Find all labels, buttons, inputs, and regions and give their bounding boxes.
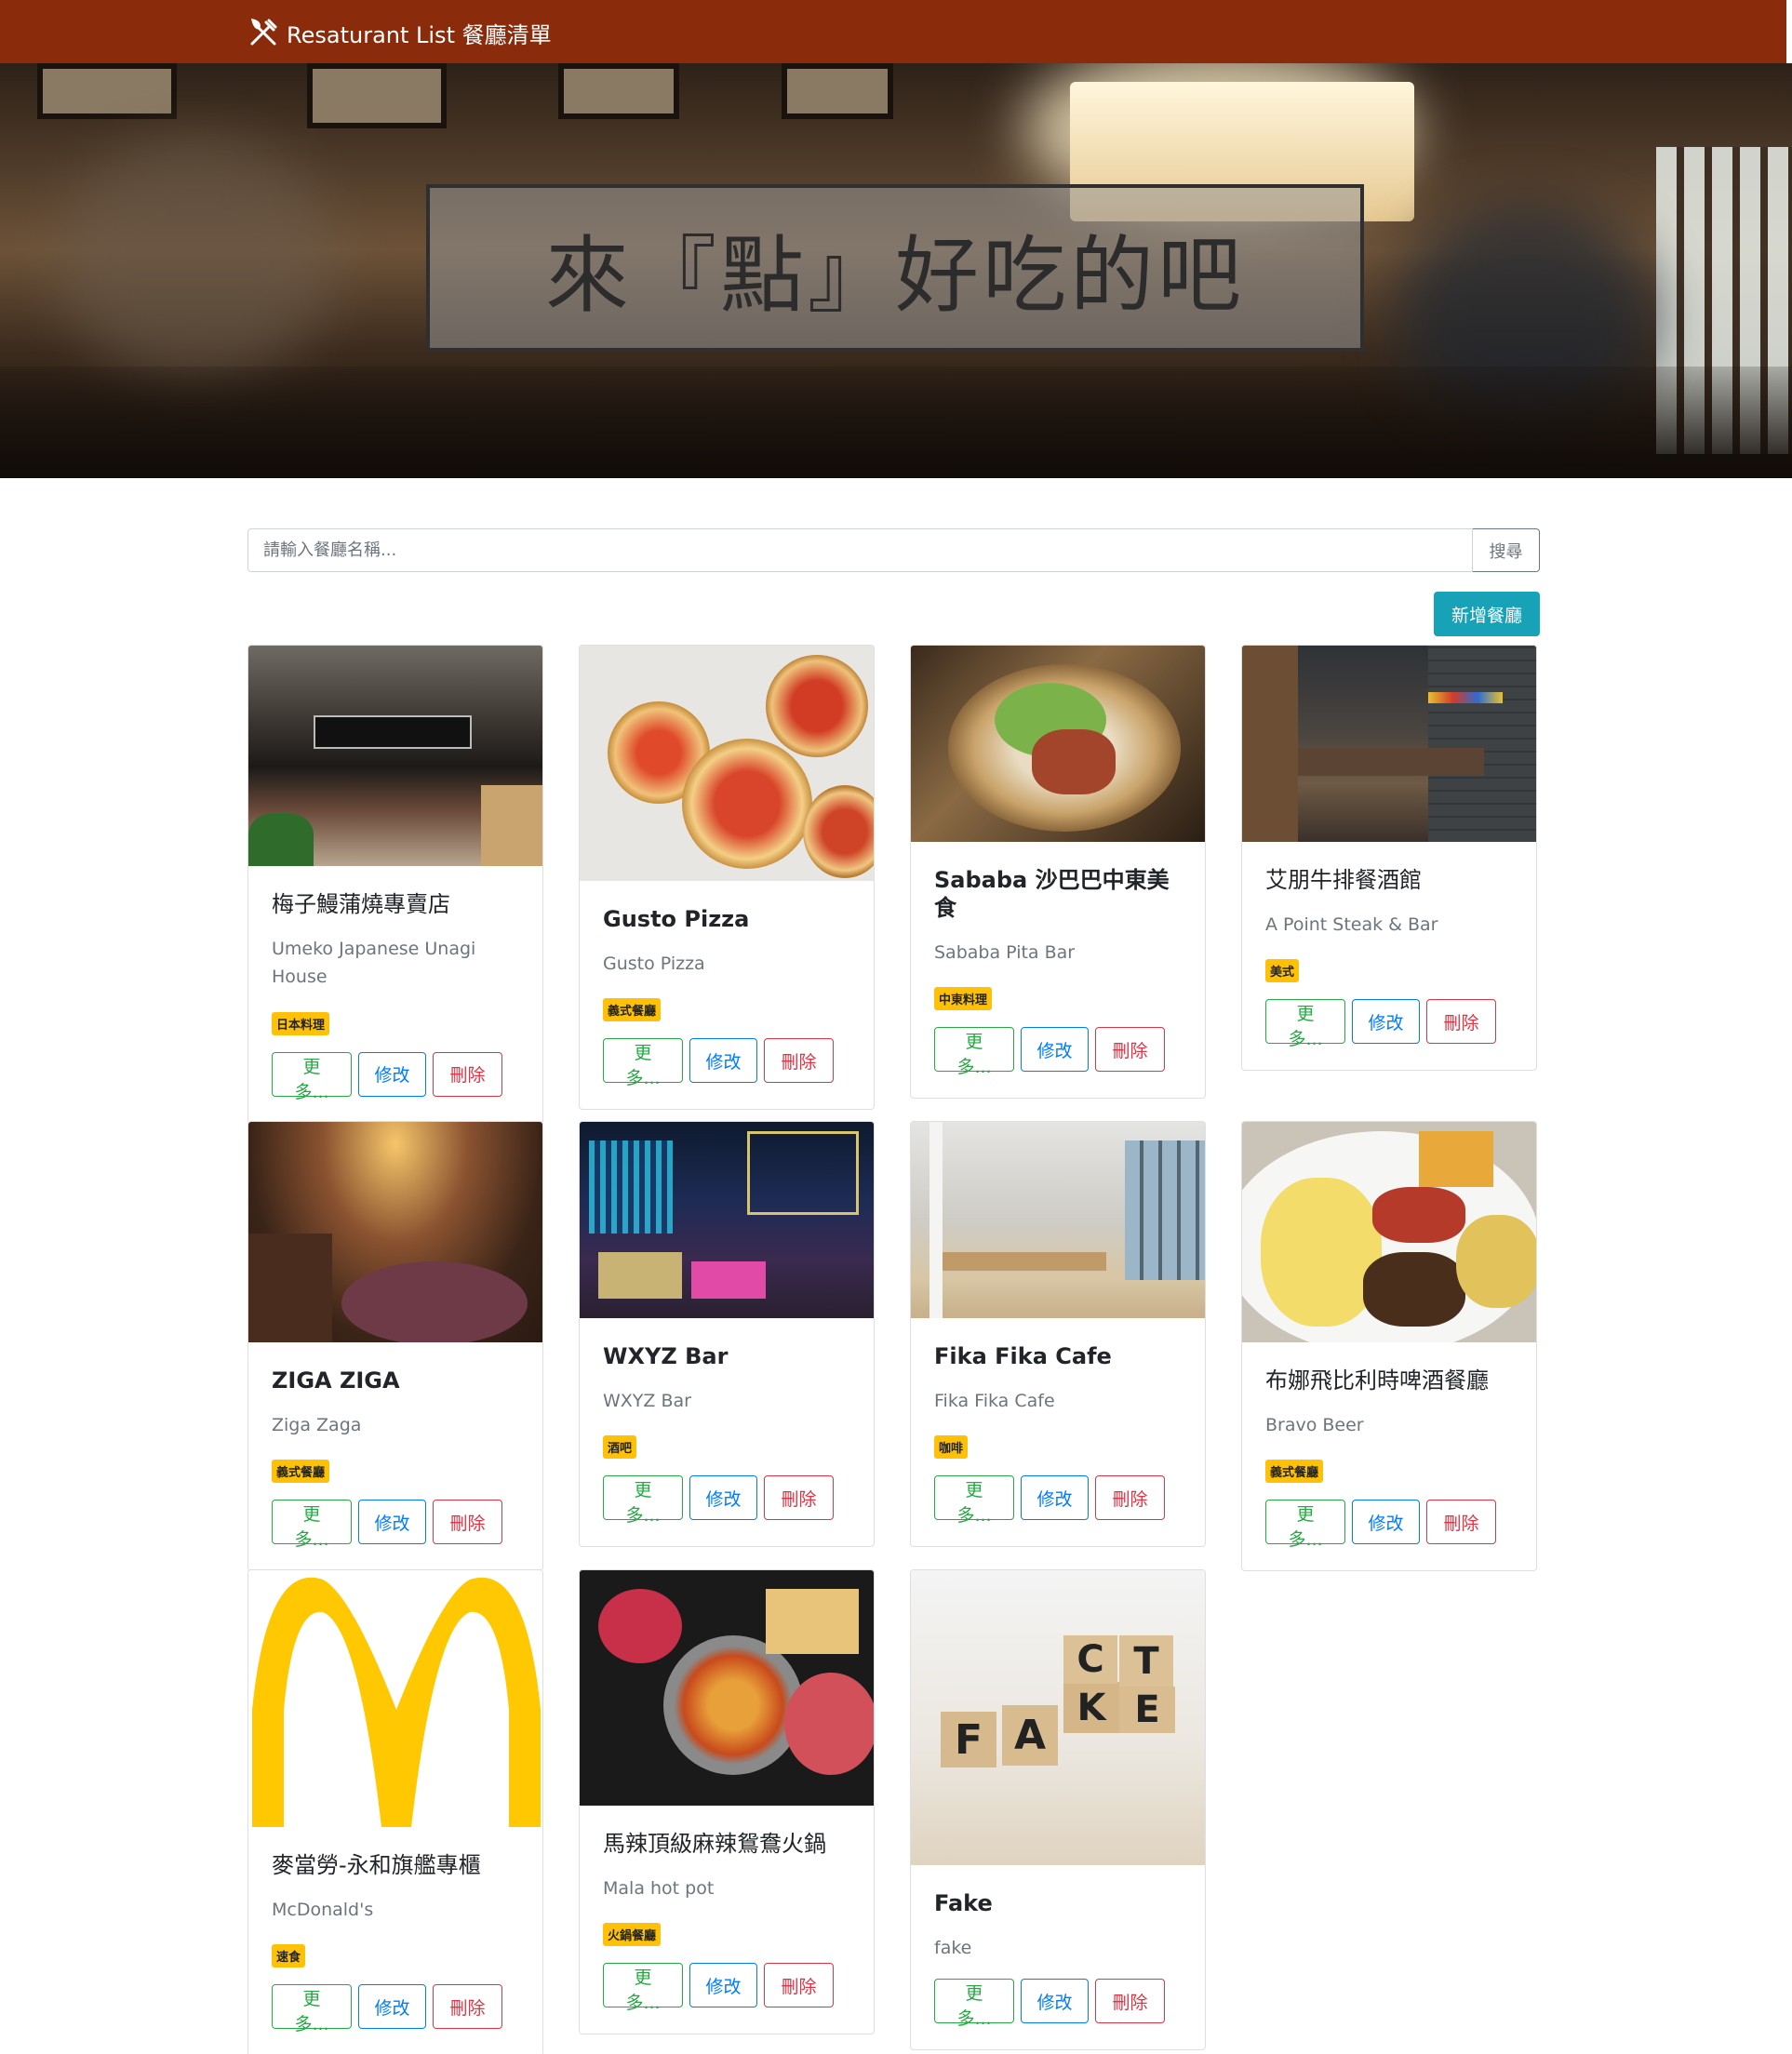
restaurant-photo[interactable]	[911, 1122, 1205, 1318]
restaurant-name: 艾朋牛排餐酒館	[1265, 867, 1422, 893]
restaurant-name-en: Sababa Pita Bar	[934, 942, 1076, 963]
edit-button[interactable]: 修改	[689, 1038, 757, 1084]
category-badge: 火鍋餐廳	[603, 1923, 662, 1947]
restaurant-name-en: Mala hot pot	[603, 1878, 715, 1899]
restaurant-name: 馬辣頂級麻辣鴛鴦火鍋	[603, 1831, 826, 1857]
restaurant-name-en: WXYZ Bar	[603, 1391, 691, 1411]
more-button[interactable]: 更多...	[1265, 1500, 1345, 1550]
more-button[interactable]: 更多...	[272, 1500, 352, 1550]
restaurant-name: Sababa 沙巴巴中東美食	[934, 867, 1170, 921]
category-badge: 酒吧	[603, 1435, 637, 1460]
edit-button[interactable]: 修改	[1352, 1500, 1420, 1545]
edit-button[interactable]: 修改	[689, 1963, 757, 2008]
restaurant-name: 布娜飛比利時啤酒餐廳	[1265, 1367, 1489, 1394]
more-button[interactable]: 更多...	[603, 1038, 683, 1088]
hero-title: 來『點』好吃的吧	[545, 227, 1245, 325]
more-button[interactable]: 更多...	[934, 1979, 1014, 2029]
restaurant-name-en: Ziga Zaga	[272, 1415, 362, 1435]
edit-button[interactable]: 修改	[689, 1475, 757, 1521]
fork-knife-icon	[250, 18, 277, 46]
more-button[interactable]: 更多...	[272, 1051, 352, 1102]
edit-button[interactable]: 修改	[1021, 1979, 1089, 2024]
add-restaurant-button[interactable]: 新增餐廳	[1434, 592, 1540, 636]
search-button[interactable]: 搜尋	[1473, 528, 1540, 572]
delete-button[interactable]: 刪除	[1095, 1979, 1165, 2024]
restaurant-card: 布娜飛比利時啤酒餐廳 Bravo Beer 義式餐廳 更多... 修改 刪除	[1241, 1121, 1537, 1572]
hero-banner: 來『點』好吃的吧	[0, 63, 1792, 478]
category-badge: 美式	[1265, 959, 1300, 983]
more-button[interactable]: 更多...	[272, 1984, 352, 2034]
restaurant-name-en: A Point Steak & Bar	[1265, 914, 1438, 935]
restaurant-card: Fika Fika Cafe Fika Fika Cafe 咖啡 更多... 修…	[910, 1121, 1206, 1548]
delete-button[interactable]: 刪除	[764, 1038, 834, 1084]
more-button[interactable]: 更多...	[1265, 999, 1345, 1049]
restaurant-card: F A K E C T Fake fake 更多... 修改 刪除	[910, 1569, 1206, 2051]
restaurant-name-en: Fika Fika Cafe	[934, 1391, 1055, 1411]
restaurant-name: Fake	[934, 1890, 993, 1916]
restaurant-name: ZIGA ZIGA	[272, 1367, 400, 1394]
restaurant-card: WXYZ Bar WXYZ Bar 酒吧 更多... 修改 刪除	[579, 1121, 875, 1548]
brand-text: Resaturant List 餐廳清單	[287, 21, 552, 48]
restaurant-name-en: Gusto Pizza	[603, 954, 705, 974]
more-button[interactable]: 更多...	[603, 1963, 683, 2013]
edit-button[interactable]: 修改	[1021, 1475, 1089, 1521]
restaurant-card: Sababa 沙巴巴中東美食 Sababa Pita Bar 中東料理 更多..…	[910, 645, 1206, 1100]
search-bar: 搜尋	[247, 528, 1540, 572]
category-badge: 日本料理	[272, 1011, 330, 1035]
search-input[interactable]	[247, 528, 1473, 572]
edit-button[interactable]: 修改	[358, 1051, 426, 1097]
more-button[interactable]: 更多...	[934, 1027, 1014, 1077]
restaurant-photo[interactable]	[1242, 646, 1536, 842]
restaurant-name-en: McDonald's	[272, 1900, 374, 1920]
edit-button[interactable]: 修改	[358, 1984, 426, 2030]
restaurant-card: 艾朋牛排餐酒館 A Point Steak & Bar 美式 更多... 修改 …	[1241, 645, 1537, 1072]
delete-button[interactable]: 刪除	[1095, 1027, 1165, 1073]
delete-button[interactable]: 刪除	[433, 1984, 502, 2030]
delete-button[interactable]: 刪除	[1426, 1500, 1496, 1545]
delete-button[interactable]: 刪除	[764, 1475, 834, 1521]
delete-button[interactable]: 刪除	[433, 1051, 502, 1097]
navbar: Resaturant List 餐廳清單	[0, 0, 1786, 63]
restaurant-name-en: Umeko Japanese Unagi House	[272, 939, 476, 988]
restaurant-name-en: fake	[934, 1938, 972, 1958]
restaurant-photo[interactable]	[1242, 1122, 1536, 1342]
restaurant-name: Fika Fika Cafe	[934, 1343, 1112, 1369]
restaurant-photo[interactable]	[248, 1122, 542, 1342]
edit-button[interactable]: 修改	[1352, 999, 1420, 1045]
restaurant-name-en: Bravo Beer	[1265, 1415, 1364, 1435]
restaurant-photo[interactable]	[580, 1570, 874, 1806]
delete-button[interactable]: 刪除	[764, 1963, 834, 2008]
more-button[interactable]: 更多...	[934, 1475, 1014, 1526]
restaurant-photo[interactable]	[580, 1122, 874, 1318]
restaurant-photo[interactable]: F A K E C T	[911, 1570, 1205, 1865]
hero-title-box: 來『點』好吃的吧	[426, 184, 1364, 352]
delete-button[interactable]: 刪除	[433, 1500, 502, 1545]
restaurant-card: ZIGA ZIGA Ziga Zaga 義式餐廳 更多... 修改 刪除	[247, 1121, 543, 1572]
category-badge: 義式餐廳	[603, 998, 662, 1022]
restaurant-name: 梅子鰻蒲燒專賣店	[272, 891, 450, 917]
restaurant-photo[interactable]	[248, 646, 542, 866]
category-badge: 速食	[272, 1944, 306, 1968]
golden-arches-logo	[252, 1577, 541, 1827]
restaurant-name: 麥當勞-永和旗艦專櫃	[272, 1852, 481, 1878]
restaurant-name: Gusto Pizza	[603, 906, 750, 932]
brand-link[interactable]: Resaturant List 餐廳清單	[247, 17, 552, 48]
category-badge: 咖啡	[934, 1435, 969, 1460]
restaurant-photo[interactable]	[248, 1570, 542, 1827]
category-badge: 義式餐廳	[272, 1460, 330, 1484]
restaurant-card: 麥當勞-永和旗艦專櫃 McDonald's 速食 更多... 修改 刪除	[247, 1569, 543, 2054]
category-badge: 義式餐廳	[1265, 1460, 1324, 1484]
edit-button[interactable]: 修改	[1021, 1027, 1089, 1073]
delete-button[interactable]: 刪除	[1095, 1475, 1165, 1521]
restaurant-photo[interactable]	[911, 646, 1205, 842]
restaurant-photo[interactable]	[580, 646, 874, 881]
restaurant-card: 梅子鰻蒲燒專賣店 Umeko Japanese Unagi House 日本料理…	[247, 645, 543, 1124]
category-badge: 中東料理	[934, 987, 993, 1011]
restaurant-card: Gusto Pizza Gusto Pizza 義式餐廳 更多... 修改 刪除	[579, 645, 875, 1111]
restaurant-name: WXYZ Bar	[603, 1343, 729, 1369]
edit-button[interactable]: 修改	[358, 1500, 426, 1545]
delete-button[interactable]: 刪除	[1426, 999, 1496, 1045]
more-button[interactable]: 更多...	[603, 1475, 683, 1526]
restaurant-card: 馬辣頂級麻辣鴛鴦火鍋 Mala hot pot 火鍋餐廳 更多... 修改 刪除	[579, 1569, 875, 2035]
